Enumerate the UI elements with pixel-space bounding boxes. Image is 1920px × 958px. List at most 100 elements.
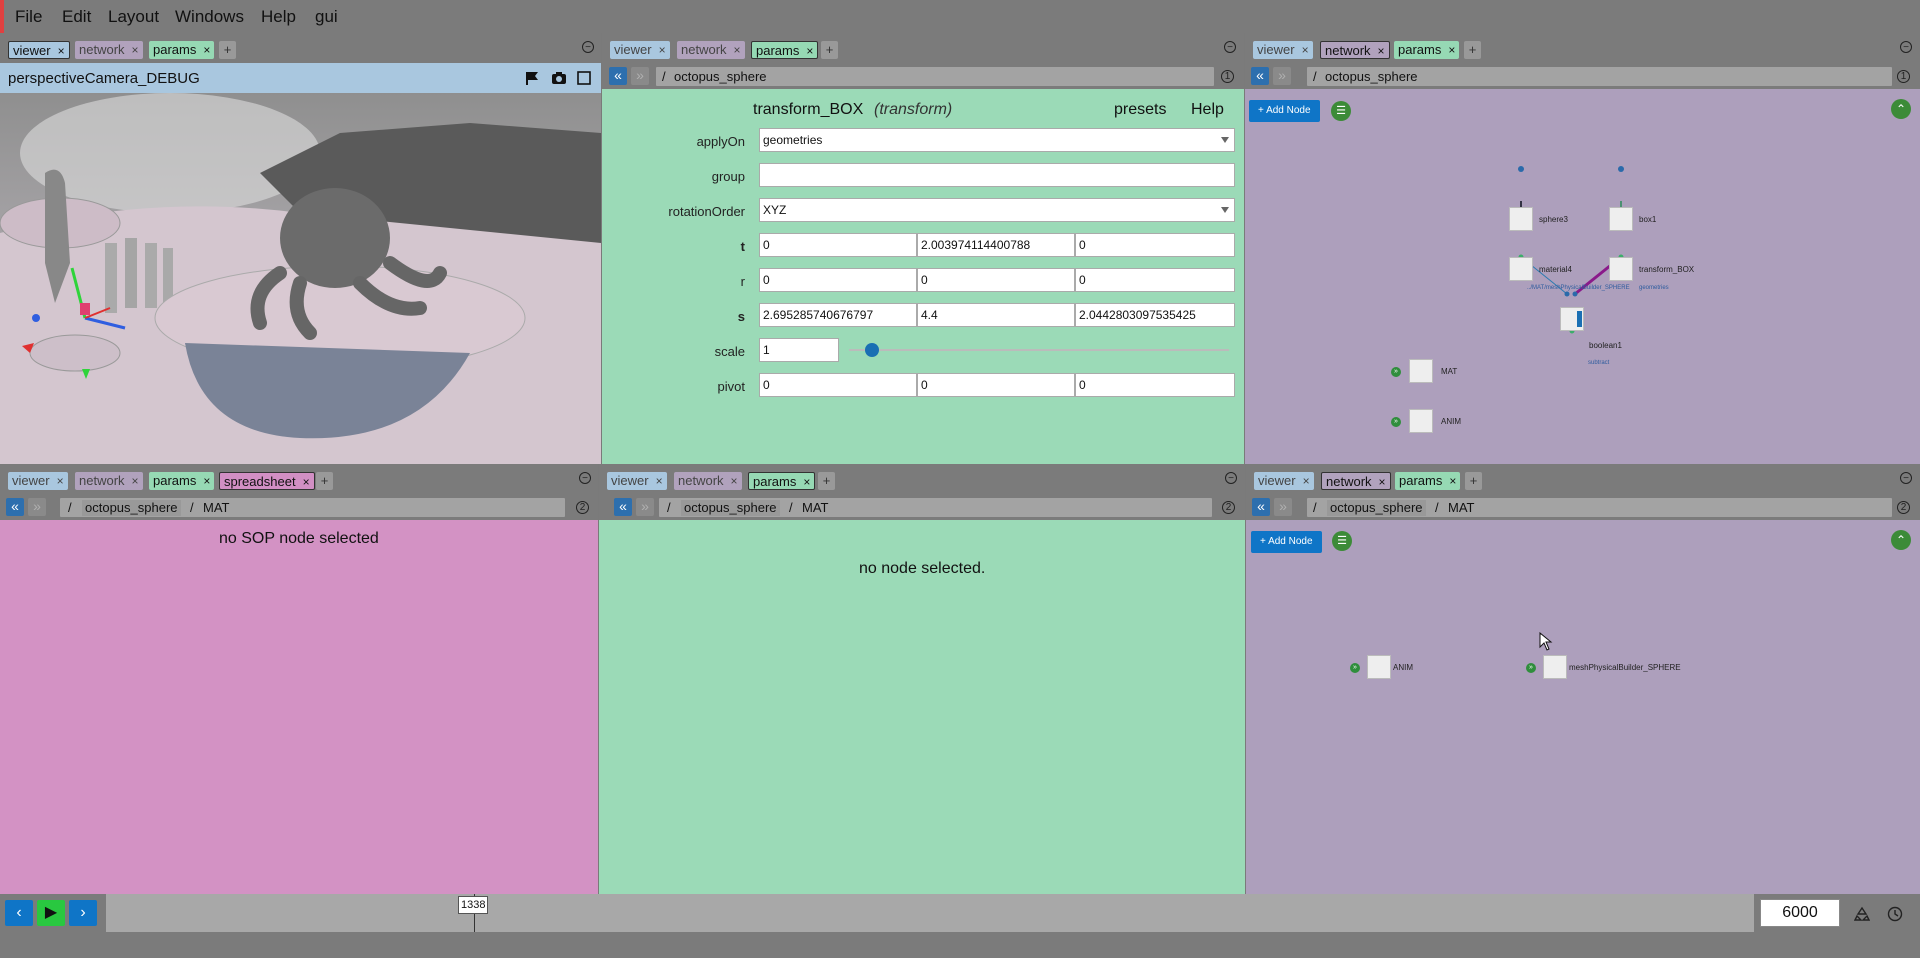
close-icon[interactable]: × [656,474,663,488]
add-tab-button[interactable]: + [821,41,838,59]
tab-viewer[interactable]: viewer × [610,41,670,59]
tab-network[interactable]: network × [677,41,745,59]
expand-icon[interactable]: » [1350,663,1360,673]
tab-spreadsheet[interactable]: spreadsheet × [219,472,315,490]
r-y-input[interactable]: 0 [917,268,1075,292]
expand-icon[interactable]: » [1391,417,1401,427]
close-icon[interactable]: × [203,474,210,488]
expand-icon[interactable]: » [1526,663,1536,673]
back-button[interactable]: « [1252,498,1270,516]
tab-params[interactable]: params × [748,472,816,490]
close-icon[interactable]: × [1449,474,1456,488]
forward-button[interactable]: » [631,67,649,85]
tab-params[interactable]: params × [751,41,819,59]
close-icon[interactable]: × [1378,44,1385,58]
applyOn-select[interactable]: geometries [759,128,1235,152]
close-icon[interactable]: × [731,474,738,488]
play-button[interactable]: ▶ [37,900,65,926]
tab-network[interactable]: network × [1320,41,1390,59]
add-tab-button[interactable]: + [1465,472,1482,490]
collapse-icon[interactable]: − [1224,41,1236,53]
panel-number[interactable]: 2 [576,501,589,514]
network-editor[interactable]: + Add Node ☰ ⌃ sphere3 box1 material4 ..… [1245,89,1920,464]
clock-icon[interactable] [1887,906,1903,922]
presets-button[interactable]: presets [1114,101,1166,119]
back-button[interactable]: « [1251,67,1269,85]
recycle-icon[interactable] [1853,906,1871,922]
rotationOrder-select[interactable]: XYZ [759,198,1235,222]
close-icon[interactable]: × [132,474,139,488]
close-icon[interactable]: × [132,43,139,57]
close-icon[interactable]: × [57,474,64,488]
close-icon[interactable]: × [806,44,813,58]
help-button[interactable]: Help [1191,101,1224,119]
pivot-y-input[interactable]: 0 [917,373,1075,397]
add-node-button[interactable]: + Add Node [1251,531,1322,553]
close-icon[interactable]: × [303,475,310,489]
node-boolean1[interactable] [1560,307,1584,331]
scale-slider-handle[interactable] [864,343,879,357]
pivot-z-input[interactable]: 0 [1075,373,1235,397]
tab-params[interactable]: params × [149,472,215,490]
viewer-canvas[interactable]: perspectiveCamera_DEBUG [0,63,601,464]
panel-number[interactable]: 1 [1897,70,1910,83]
tab-network[interactable]: network × [674,472,742,490]
panel-number[interactable]: 2 [1897,501,1910,514]
path-child[interactable]: MAT [203,500,229,516]
collapse-icon[interactable]: − [579,472,591,484]
node-sphere3[interactable] [1509,207,1533,231]
back-button[interactable]: « [6,498,24,516]
list-icon[interactable]: ☰ [1332,531,1352,551]
add-tab-button[interactable]: + [219,41,236,59]
t-x-input[interactable]: 0 [759,233,917,257]
s-z-input[interactable]: 2.0442803097535425 [1075,303,1235,327]
close-icon[interactable]: × [803,475,810,489]
collapse-icon[interactable]: − [582,41,594,53]
menu-help[interactable]: Help [261,7,296,27]
menu-edit[interactable]: Edit [62,7,91,27]
t-y-input[interactable]: 2.003974114400788 [917,233,1075,257]
path-node[interactable]: octopus_sphere [82,500,181,516]
node-ANIM[interactable] [1367,655,1391,679]
close-icon[interactable]: × [1379,475,1386,489]
tab-params[interactable]: params × [149,41,215,59]
flag-icon[interactable] [525,71,539,85]
collapse-up-icon[interactable]: ⌃ [1891,530,1911,550]
node-ANIM[interactable] [1409,409,1433,433]
camera-icon[interactable] [551,71,567,85]
path-child[interactable]: MAT [802,500,828,516]
path-root[interactable]: / [662,69,666,85]
close-icon[interactable]: × [659,43,666,57]
forward-button[interactable]: » [636,498,654,516]
network-editor[interactable]: + Add Node ☰ ⌃ » ANIM » meshPhysicalBuil… [1246,520,1920,894]
path-node[interactable]: octopus_sphere [681,500,780,516]
path-root[interactable]: / [1313,500,1317,516]
s-x-input[interactable]: 2.695285740676797 [759,303,917,327]
group-input[interactable] [759,163,1235,187]
collapse-icon[interactable]: − [1225,472,1237,484]
close-icon[interactable]: × [734,43,741,57]
path-node[interactable]: octopus_sphere [674,69,767,85]
t-z-input[interactable]: 0 [1075,233,1235,257]
menu-windows[interactable]: Windows [175,7,244,27]
tab-network[interactable]: network × [1321,472,1391,490]
path-node[interactable]: octopus_sphere [1325,69,1418,85]
add-tab-button[interactable]: + [316,472,333,490]
prev-frame-button[interactable]: ‹ [5,900,33,926]
path-root[interactable]: / [1313,69,1317,85]
back-button[interactable]: « [614,498,632,516]
tab-viewer[interactable]: viewer × [8,41,70,59]
tab-network[interactable]: network × [75,41,143,59]
add-tab-button[interactable]: + [1464,41,1481,59]
pivot-x-input[interactable]: 0 [759,373,917,397]
tab-network[interactable]: network × [75,472,143,490]
path-node[interactable]: octopus_sphere [1327,500,1426,516]
close-icon[interactable]: × [203,43,210,57]
expand-icon[interactable]: » [1391,367,1401,377]
close-icon[interactable]: × [1302,43,1309,57]
tab-viewer[interactable]: viewer × [8,472,68,490]
scale-input[interactable]: 1 [759,338,839,362]
node-MAT[interactable] [1409,359,1433,383]
node-material4[interactable] [1509,257,1533,281]
close-icon[interactable]: × [1448,43,1455,57]
